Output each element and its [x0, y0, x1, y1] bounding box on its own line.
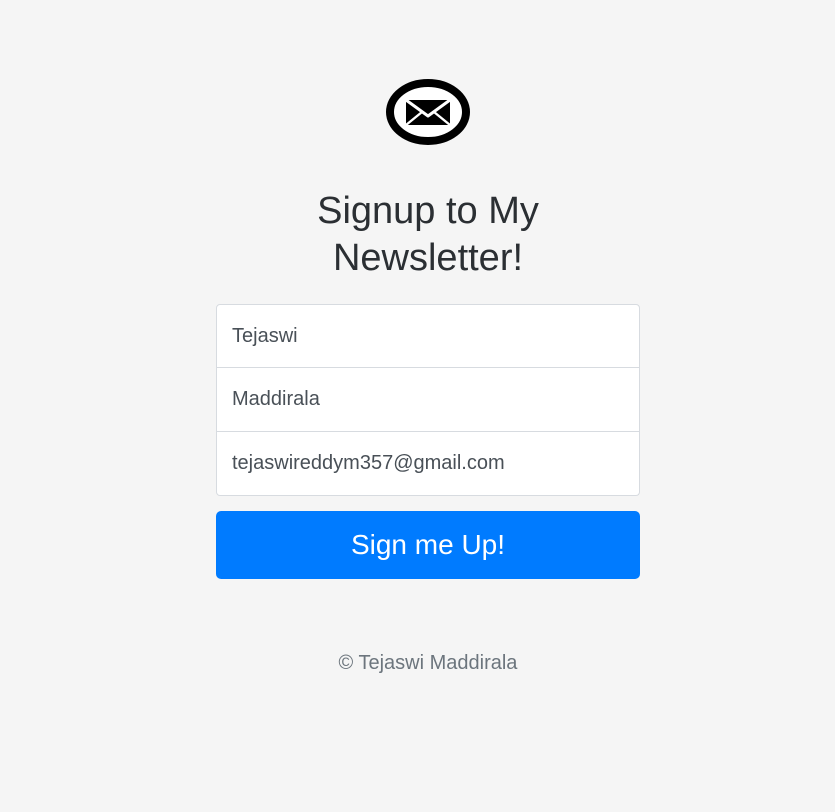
envelope-logo [385, 78, 471, 146]
signup-form [216, 304, 640, 496]
page-title-line-2: Newsletter! [332, 237, 524, 279]
newsletter-signup-page: Signup to My Newsletter! Sign me Up! © T… [0, 0, 835, 812]
envelope-icon [386, 79, 470, 145]
last-name-input[interactable] [216, 368, 640, 432]
page-title-line-1: Signup to My [317, 190, 539, 232]
page-title: Signup to My Newsletter! [260, 188, 596, 282]
copyright-footer: © Tejaswi Maddirala [338, 652, 518, 674]
first-name-input[interactable] [216, 304, 640, 368]
sign-me-up-button[interactable]: Sign me Up! [216, 511, 640, 579]
email-input[interactable] [216, 432, 640, 496]
